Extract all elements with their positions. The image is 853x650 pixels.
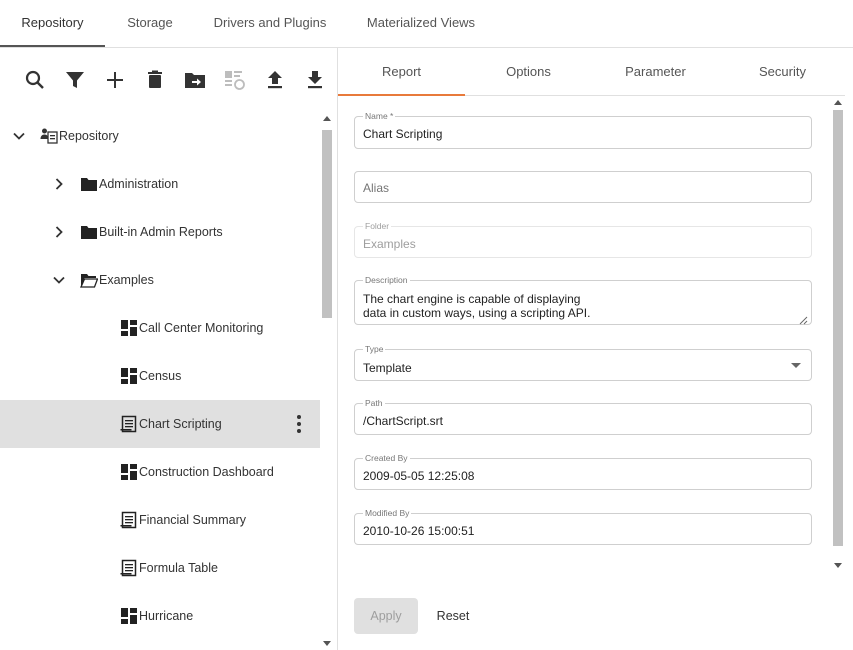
type-value: Template xyxy=(363,361,412,375)
chevron-down-icon[interactable] xyxy=(9,126,29,146)
tree-item-label: Administration xyxy=(99,177,179,191)
type-label: Type xyxy=(363,343,386,355)
repository-panel: Repository Administration Built-in Admin… xyxy=(0,48,337,650)
tree-item-label: Financial Summary xyxy=(139,513,246,527)
delete-icon[interactable] xyxy=(143,68,167,92)
scroll-down-arrow[interactable] xyxy=(834,563,842,568)
dashboard-icon xyxy=(120,367,138,385)
dashboard-icon xyxy=(120,607,138,625)
tab-options[interactable]: Options xyxy=(465,48,592,96)
upload-icon[interactable] xyxy=(263,68,287,92)
filter-icon[interactable] xyxy=(63,68,87,92)
name-value: Chart Scripting xyxy=(363,127,443,141)
report-form: Name * Chart Scripting Alias Folder Exam… xyxy=(338,96,830,572)
folder-icon xyxy=(80,175,98,193)
repository-users-icon xyxy=(40,127,58,145)
tab-security[interactable]: Security xyxy=(719,48,846,96)
dropdown-arrow-icon[interactable] xyxy=(791,363,801,368)
name-label: Name * xyxy=(363,110,396,122)
tree-item-label: Built-in Admin Reports xyxy=(99,225,223,239)
name-field[interactable]: Name * Chart Scripting xyxy=(354,110,812,149)
description-line-1: The chart engine is capable of displayin… xyxy=(363,292,581,306)
tree-item-built-in-admin-reports[interactable]: Built-in Admin Reports xyxy=(0,208,320,256)
folder-label: Folder xyxy=(363,220,392,232)
chevron-down-icon[interactable] xyxy=(49,270,69,290)
dashboard-icon xyxy=(120,463,138,481)
modified-by-field[interactable]: Modified By 2010-10-26 15:00:51 xyxy=(354,507,812,545)
tree-item-chart-scripting[interactable]: Chart Scripting xyxy=(0,400,320,448)
folder-icon xyxy=(80,223,98,241)
created-by-label: Created By xyxy=(363,452,410,464)
folder-open-icon xyxy=(80,271,98,289)
folder-value: Examples xyxy=(363,237,416,251)
tree-item-label: Repository xyxy=(59,129,119,143)
created-by-field[interactable]: Created By 2009-05-05 12:25:08 xyxy=(354,452,812,490)
tree-item-repository[interactable]: Repository xyxy=(0,112,320,160)
dashboard-icon xyxy=(120,319,138,337)
reset-button[interactable]: Reset xyxy=(426,598,480,634)
detail-panel: Report Options Parameter Security Name *… xyxy=(337,48,846,650)
tab-drivers-and-plugins[interactable]: Drivers and Plugins xyxy=(205,0,335,47)
scroll-up-arrow[interactable] xyxy=(834,100,842,105)
more-vert-icon[interactable] xyxy=(290,412,308,436)
form-scrollbar[interactable] xyxy=(830,96,846,572)
created-by-value: 2009-05-05 12:25:08 xyxy=(363,469,475,483)
form-actions: Apply Reset xyxy=(338,572,846,650)
tab-parameter[interactable]: Parameter xyxy=(592,48,719,96)
alias-placeholder: Alias xyxy=(363,181,390,195)
apply-button[interactable]: Apply xyxy=(354,598,418,634)
tree-item-label: Construction Dashboard xyxy=(139,465,274,479)
tree-item-construction-dashboard[interactable]: Construction Dashboard xyxy=(0,448,320,496)
tree-item-label: Chart Scripting xyxy=(139,417,222,431)
scrollbar-thumb[interactable] xyxy=(833,110,843,546)
search-icon[interactable] xyxy=(23,68,47,92)
tree-item-label: Formula Table xyxy=(139,561,218,575)
repository-toolbar xyxy=(0,48,337,112)
tree-item-financial-summary[interactable]: Financial Summary xyxy=(0,496,320,544)
repository-tree: Repository Administration Built-in Admin… xyxy=(0,112,320,650)
description-label: Description xyxy=(363,274,410,286)
description-line-2: data in custom ways, using a scripting A… xyxy=(363,306,591,320)
chevron-right-icon[interactable] xyxy=(49,174,69,194)
path-field[interactable]: Path /ChartScript.srt xyxy=(354,397,812,435)
report-icon xyxy=(120,511,138,529)
tree-item-census[interactable]: Census xyxy=(0,352,320,400)
chevron-right-icon[interactable] xyxy=(49,222,69,242)
alias-field[interactable]: Alias xyxy=(354,171,812,203)
tree-item-administration[interactable]: Administration xyxy=(0,160,320,208)
modified-by-label: Modified By xyxy=(363,507,412,519)
type-select[interactable]: Type Template xyxy=(354,343,812,381)
tree-item-label: Examples xyxy=(99,273,154,287)
modified-by-value: 2010-10-26 15:00:51 xyxy=(363,524,475,538)
sync-icon xyxy=(223,68,247,92)
detail-tab-bar: Report Options Parameter Security xyxy=(338,48,846,96)
report-icon xyxy=(120,559,138,577)
path-value: /ChartScript.srt xyxy=(363,414,444,428)
scrollbar-thumb[interactable] xyxy=(322,130,332,318)
scroll-down-arrow[interactable] xyxy=(323,641,331,646)
top-tab-bar: Repository Storage Drivers and Plugins M… xyxy=(0,0,853,48)
tab-materialized-views[interactable]: Materialized Views xyxy=(356,0,486,47)
tree-item-hurricane[interactable]: Hurricane xyxy=(0,592,320,640)
window-edge xyxy=(845,48,853,650)
tree-item-label: Census xyxy=(139,369,182,383)
scroll-up-arrow[interactable] xyxy=(323,116,331,121)
tab-repository[interactable]: Repository xyxy=(0,0,105,47)
tab-storage[interactable]: Storage xyxy=(110,0,190,47)
resize-handle-icon[interactable] xyxy=(799,312,808,325)
description-field[interactable]: Description The chart engine is capable … xyxy=(354,274,812,325)
download-icon[interactable] xyxy=(303,68,327,92)
tab-report[interactable]: Report xyxy=(338,48,465,96)
move-folder-icon[interactable] xyxy=(183,68,207,92)
tree-item-call-center-monitoring[interactable]: Call Center Monitoring xyxy=(0,304,320,352)
tree-scrollbar[interactable] xyxy=(320,112,334,650)
tree-item-examples[interactable]: Examples xyxy=(0,256,320,304)
tree-item-formula-table[interactable]: Formula Table xyxy=(0,544,320,592)
tree-item-label: Hurricane xyxy=(139,609,194,623)
tree-item-label: Call Center Monitoring xyxy=(139,321,264,335)
folder-field: Folder Examples xyxy=(354,220,812,258)
report-icon xyxy=(120,415,138,433)
add-icon[interactable] xyxy=(103,68,127,92)
path-label: Path xyxy=(363,397,385,409)
